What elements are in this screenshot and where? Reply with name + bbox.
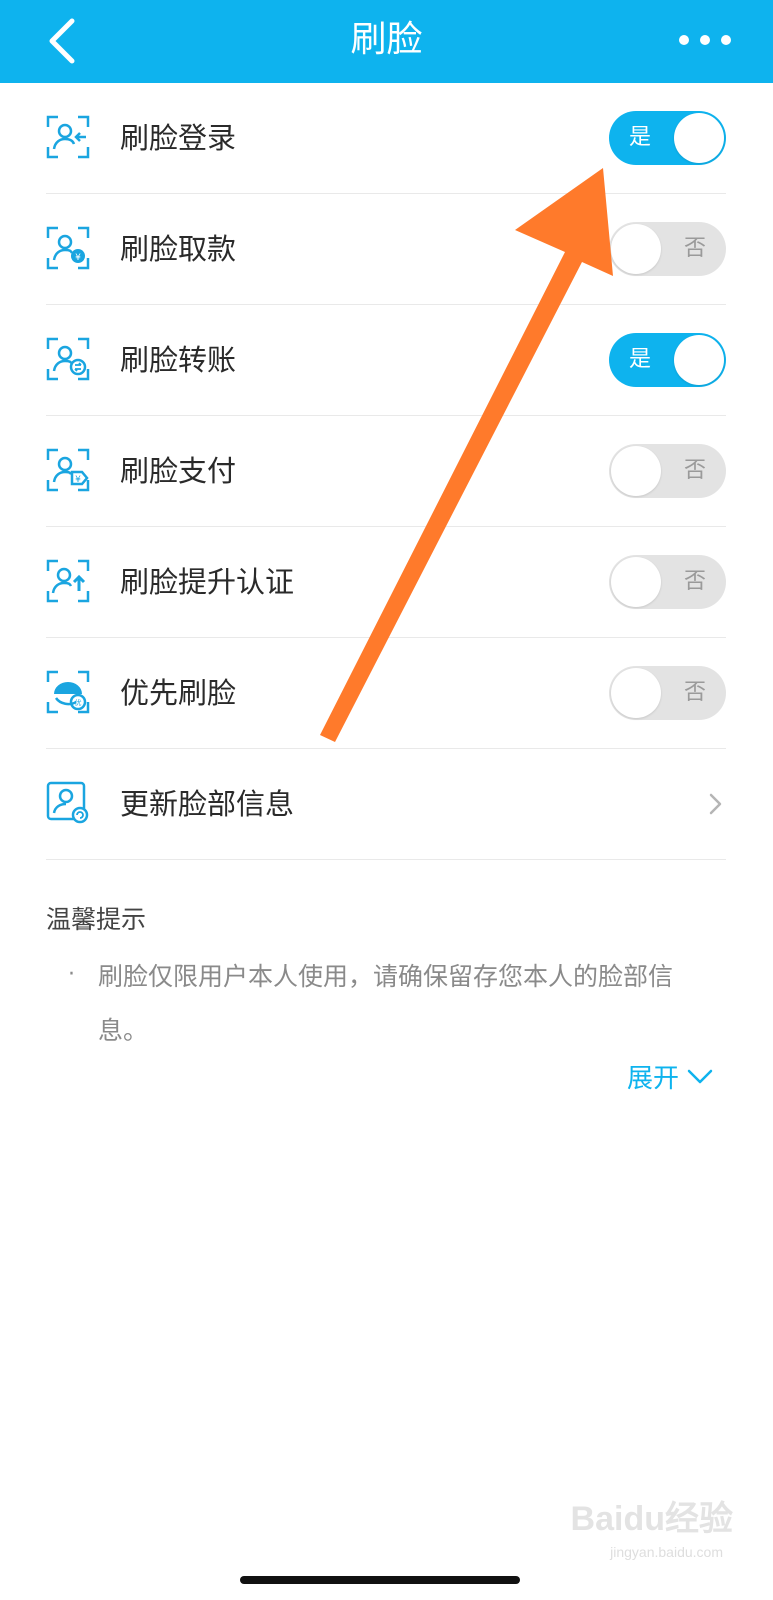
face-pay-toggle[interactable]: 否: [609, 444, 726, 498]
face-withdraw-icon: ¥: [46, 226, 90, 270]
chevron-right-icon: [709, 793, 722, 815]
face-update-icon: [46, 781, 89, 824]
chevron-down-icon: [687, 1069, 713, 1083]
setting-label: 刷脸取款: [120, 232, 237, 266]
face-priority-icon: 优: [46, 670, 90, 714]
toggle-knob: [674, 113, 724, 163]
expand-label: 展开: [626, 1064, 679, 1094]
setting-row-face-upgrade: 刷脸提升认证 否: [46, 527, 726, 638]
face-transfer-toggle[interactable]: 是: [609, 333, 726, 387]
face-withdraw-toggle[interactable]: 否: [609, 222, 726, 276]
svg-text:¥: ¥: [75, 475, 81, 485]
nav-bar: 刷脸: [0, 0, 773, 83]
watermark-url: jingyan.baidu.com: [610, 1544, 723, 1560]
svg-text:¥: ¥: [75, 253, 81, 263]
expand-button[interactable]: 展开: [627, 1058, 713, 1095]
face-login-toggle[interactable]: 是: [609, 111, 726, 165]
setting-row-face-priority: 优 优先刷脸 否: [46, 638, 726, 749]
face-transfer-icon: [46, 337, 90, 381]
page-title: 刷脸: [350, 19, 423, 60]
face-pay-icon: ¥: [46, 448, 90, 492]
more-button[interactable]: [679, 28, 731, 52]
setting-row-face-transfer: 刷脸转账 是: [46, 305, 726, 416]
tips-body: 刷脸仅限用户本人使用，请确保留存您本人的脸部信息。: [98, 962, 674, 1045]
setting-row-face-update[interactable]: 更新脸部信息: [46, 749, 726, 860]
face-priority-toggle[interactable]: 否: [609, 666, 726, 720]
watermark-logo: Baidu经验: [570, 1500, 733, 1538]
tips-title: 温馨提示: [46, 905, 147, 934]
toggle-knob: [611, 446, 661, 496]
toggle-knob: [611, 668, 661, 718]
face-settings-list: 刷脸登录 是 ¥ 刷脸取款 否 刷脸转账 是 ¥ 刷脸支付 否 刷脸提升认证 否…: [46, 83, 726, 860]
toggle-knob: [611, 224, 661, 274]
setting-label: 优先刷脸: [120, 676, 237, 710]
setting-label: 更新脸部信息: [120, 787, 295, 821]
setting-row-face-pay: ¥ 刷脸支付 否: [46, 416, 726, 527]
setting-row-face-withdraw: ¥ 刷脸取款 否: [46, 194, 726, 305]
home-indicator: [240, 1576, 520, 1584]
face-upgrade-toggle[interactable]: 否: [609, 555, 726, 609]
tips-bullet: ·: [68, 962, 75, 987]
svg-text:优: 优: [75, 698, 82, 707]
toggle-knob: [611, 557, 661, 607]
setting-row-face-login: 刷脸登录 是: [46, 83, 726, 194]
toggle-knob: [674, 335, 724, 385]
setting-label: 刷脸登录: [120, 121, 237, 155]
setting-label: 刷脸转账: [120, 343, 237, 377]
more-dots-icon: [679, 35, 689, 45]
face-upgrade-icon: [46, 559, 90, 603]
face-login-icon: [46, 115, 90, 159]
setting-label: 刷脸支付: [120, 454, 237, 488]
setting-label: 刷脸提升认证: [120, 565, 295, 599]
